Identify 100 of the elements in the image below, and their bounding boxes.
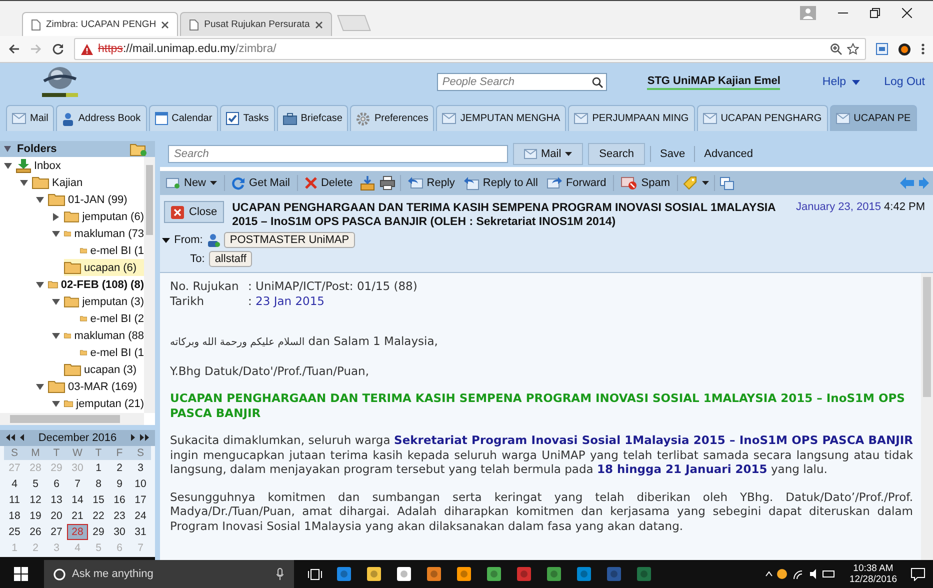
calendar-day[interactable]: 15	[88, 492, 109, 508]
folder-item[interactable]: ucapan (3)	[64, 361, 144, 378]
advanced-button[interactable]: Advanced	[700, 148, 758, 160]
app-tab[interactable]: Tasks	[220, 105, 275, 131]
delete-button[interactable]: Delete	[302, 173, 355, 193]
app-tab[interactable]: Preferences	[350, 105, 434, 131]
sender-chip[interactable]: POSTMASTER UniMAP	[224, 232, 356, 248]
collapse-icon[interactable]	[4, 146, 11, 152]
calendar-day[interactable]: 21	[67, 508, 88, 524]
taskbar-app-icon[interactable]	[366, 566, 382, 582]
search-field[interactable]: Search	[168, 145, 508, 163]
folder-item[interactable]: ucapan (6)	[64, 259, 144, 276]
clock-time[interactable]: 10:38 AM	[853, 563, 894, 574]
folder-item[interactable]: 02-FEB (108) (8)	[48, 276, 144, 293]
folder-item[interactable]: jemputan (21)	[64, 395, 144, 412]
calendar-day[interactable]: 16	[109, 492, 130, 508]
folder-item[interactable]: e-mel BI (1	[80, 242, 144, 259]
search-scope-button[interactable]: Mail	[513, 143, 584, 165]
calendar-day[interactable]: 9	[109, 476, 130, 492]
save-button[interactable]: Save	[656, 148, 690, 160]
calendar-day[interactable]: 18	[4, 508, 25, 524]
get-mail-button[interactable]: Get Mail	[230, 173, 292, 193]
calendar-day[interactable]: 11	[4, 492, 25, 508]
expand-arrow-icon[interactable]	[52, 400, 60, 408]
calendar-day[interactable]: 12	[25, 492, 46, 508]
back-icon[interactable]	[8, 43, 20, 55]
taskbar-app-icon[interactable]	[486, 566, 502, 582]
folder-item[interactable]: jemputan (3)	[64, 293, 144, 310]
search-icon[interactable]	[592, 77, 604, 88]
expand-arrow-icon[interactable]	[52, 298, 60, 306]
calendar-day[interactable]: 27	[46, 524, 67, 540]
notification-icon[interactable]	[911, 568, 925, 580]
app-tab[interactable]: PERJUMPAAN MING	[568, 105, 695, 131]
calendar-day[interactable]: 23	[109, 508, 130, 524]
taskbar-search-field[interactable]: Ask me anything	[44, 560, 294, 588]
extension-icon[interactable]	[898, 42, 911, 56]
app-tab[interactable]: Address Book	[56, 105, 147, 131]
folder-item[interactable]: makluman (88	[64, 327, 144, 344]
archive-icon[interactable]	[360, 176, 375, 190]
calendar-day[interactable]: 13	[46, 492, 67, 508]
taskbar-app-icon[interactable]	[456, 566, 472, 582]
calendar-day[interactable]: 2	[109, 460, 130, 476]
previous-month-icon[interactable]	[20, 434, 25, 442]
next-year-icon[interactable]	[140, 434, 149, 442]
calendar-day[interactable]: 26	[25, 524, 46, 540]
browser-tab[interactable]: Pusat Rujukan Persurata	[180, 12, 332, 36]
zoom-icon[interactable]	[830, 43, 842, 55]
close-icon[interactable]	[161, 20, 170, 28]
logout-link[interactable]: Log Out	[884, 76, 925, 88]
print-icon[interactable]	[380, 176, 395, 190]
taskbar-app-icon[interactable]	[546, 566, 562, 582]
folder-item[interactable]: makluman (73	[64, 225, 144, 242]
forward-button[interactable]: Forward	[544, 173, 608, 193]
recipient-chip[interactable]: allstaff	[208, 251, 252, 267]
address-field[interactable]: https://mail.unimap.edu.my/zimbra/	[74, 38, 866, 60]
app-tab[interactable]: Mail	[6, 105, 54, 131]
calendar-day[interactable]: 29	[88, 524, 109, 540]
calendar-day[interactable]: 20	[46, 508, 67, 524]
help-link[interactable]: Help	[822, 76, 846, 88]
folder-item[interactable]: e-mel BI (1	[80, 344, 144, 361]
date-link[interactable]: January 23, 2015	[796, 201, 881, 213]
calendar-day[interactable]: 25	[4, 524, 25, 540]
browser-tab[interactable]: Zimbra: UCAPAN PENGH	[22, 12, 178, 36]
expand-arrow-icon[interactable]	[52, 212, 60, 220]
calendar-day[interactable]: 10	[130, 476, 151, 492]
tray-icons-drawing[interactable]	[765, 568, 836, 580]
search-button[interactable]: Search	[588, 143, 646, 165]
calendar-day[interactable]: 8	[88, 476, 109, 492]
calendar-day[interactable]: 22	[88, 508, 109, 524]
reply-all-button[interactable]: Reply to All	[462, 173, 540, 193]
scrollbar[interactable]	[921, 273, 933, 560]
taskbar-app-icon[interactable]	[396, 566, 412, 582]
app-tab[interactable]: UCAPAN PE	[830, 105, 917, 131]
expand-arrow-icon[interactable]	[20, 178, 28, 186]
calendar-day[interactable]: 6	[46, 476, 67, 492]
reload-icon[interactable]	[52, 43, 64, 55]
app-tab[interactable]: JEMPUTAN MENGHA	[436, 105, 566, 131]
calendar-day[interactable]: 3	[130, 460, 151, 476]
scrollbar[interactable]	[0, 412, 144, 425]
folder-item[interactable]: Inbox	[16, 157, 144, 174]
spam-button[interactable]: Spam	[619, 173, 672, 193]
folder-item[interactable]: Kajian	[32, 174, 144, 191]
reply-button[interactable]: Reply	[406, 173, 457, 193]
calendar-day[interactable]: 17	[130, 492, 151, 508]
next-month-icon[interactable]	[130, 434, 135, 442]
new-window-icon[interactable]	[720, 176, 734, 190]
calendar-day[interactable]: 5	[25, 476, 46, 492]
caret-icon[interactable]	[702, 181, 710, 185]
app-tab[interactable]: Briefcase	[276, 105, 348, 131]
close-icon[interactable]	[902, 8, 912, 18]
calendar-day[interactable]: 19	[25, 508, 46, 524]
people-search-field[interactable]: People Search	[437, 73, 608, 91]
expand-arrow-icon[interactable]	[162, 238, 170, 242]
calendar-day[interactable]: 4	[4, 476, 25, 492]
calendar-day[interactable]: 24	[130, 508, 151, 524]
expand-arrow-icon[interactable]	[52, 230, 60, 238]
expand-arrow-icon[interactable]	[4, 162, 12, 170]
restore-icon[interactable]	[870, 8, 880, 18]
folder-item[interactable]: e-mel BI (2	[80, 310, 144, 327]
calendar-day[interactable]: 1	[88, 460, 109, 476]
